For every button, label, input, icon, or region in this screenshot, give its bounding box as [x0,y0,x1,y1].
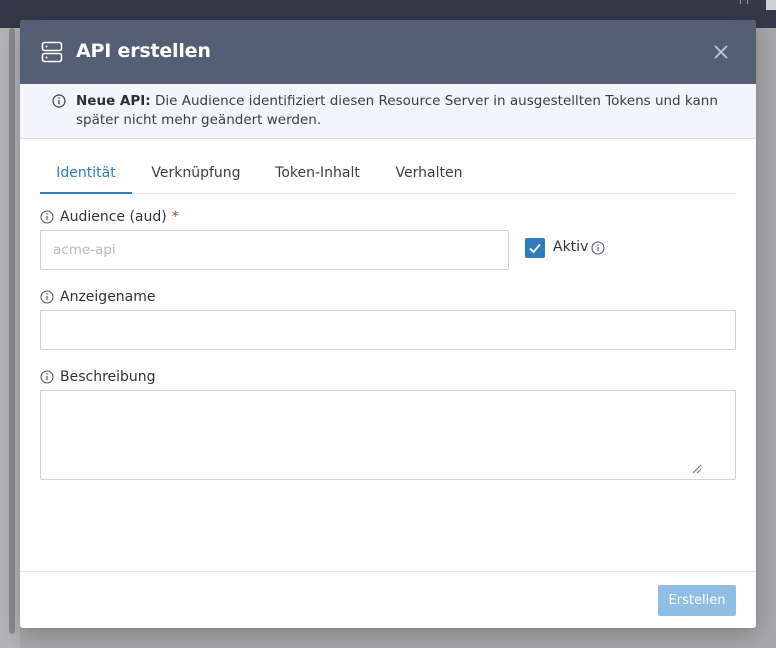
tab-bar: Identität Verknüpfung Token-Inhalt Verha… [40,155,736,194]
description-textarea[interactable] [40,390,736,480]
create-button[interactable]: Erstellen [658,585,736,616]
info-icon [40,290,54,304]
active-label: Aktiv [553,239,589,255]
display-name-input[interactable] [40,310,736,350]
info-icon [40,210,54,224]
display-name-label-text: Anzeigename [60,289,156,305]
checkmark-icon [529,243,541,254]
close-icon[interactable] [712,43,730,61]
tab-token-inhalt[interactable]: Token-Inhalt [271,155,364,194]
info-icon [40,370,54,384]
info-icon [591,241,605,255]
audience-label-text: Audience (aud) [60,209,167,225]
description-label-text: Beschreibung [60,369,156,385]
background-topbar-avatar [766,0,776,10]
description-label: Beschreibung [40,369,156,385]
info-banner-message: Die Audience identifiziert diesen Resour… [76,93,718,128]
tab-verhalten[interactable]: Verhalten [394,155,464,194]
info-icon [52,94,66,108]
display-name-label: Anzeigename [40,289,156,305]
info-banner: Neue API: Die Audience identifiziert die… [20,84,756,139]
active-checkbox[interactable] [525,238,545,258]
dialog-footer: Erstellen [20,571,756,628]
audience-input[interactable] [40,230,509,270]
info-banner-title: Neue API: [76,93,151,109]
audience-label: Audience (aud) * [40,209,179,225]
tab-verknuepfung[interactable]: Verknüpfung [148,155,244,194]
info-banner-text: Neue API: Die Audience identifiziert die… [76,92,726,130]
tab-identitaet[interactable]: Identität [40,155,132,194]
dialog-header: API erstellen [20,20,756,84]
server-icon [41,41,63,63]
required-marker: * [171,209,179,225]
background-scrollbar [9,28,15,634]
background-topbar-icon [740,0,748,4]
create-api-dialog: API erstellen Neue API: Die Audience ide… [20,20,756,628]
resize-handle-icon[interactable] [692,464,702,474]
dialog-title: API erstellen [76,40,211,62]
